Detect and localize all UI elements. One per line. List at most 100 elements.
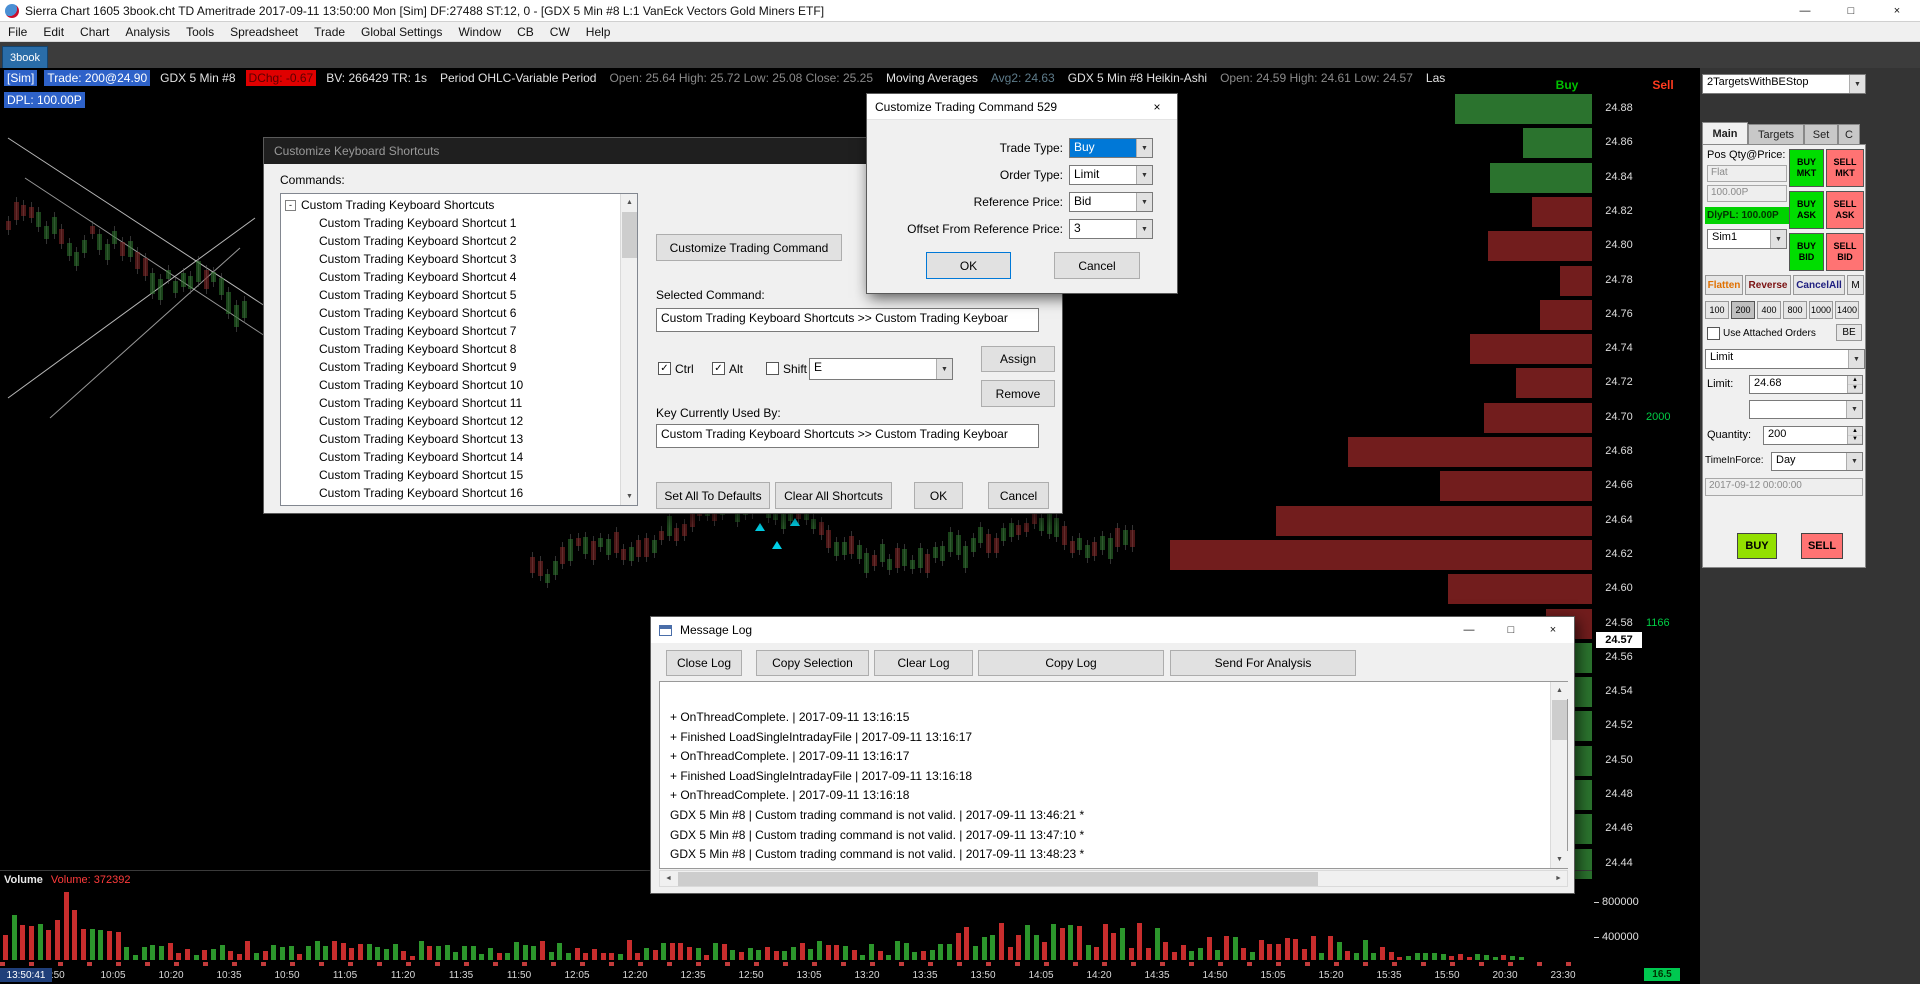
spinner[interactable]: ▲ ▼ (1847, 376, 1862, 393)
quantity-100-button[interactable]: 100 (1705, 301, 1729, 319)
tree-item[interactable]: Custom Trading Keyboard Shortcut 3 (319, 250, 516, 268)
scroll-up-icon[interactable]: ▲ (1551, 682, 1568, 699)
tc-ok-button[interactable]: OK (926, 252, 1011, 279)
menu-item-cb[interactable]: CB (509, 22, 542, 41)
tree-item[interactable]: Custom Trading Keyboard Shortcut 13 (319, 430, 523, 448)
tree-item[interactable]: Custom Trading Keyboard Shortcut 2 (319, 232, 516, 250)
menu-item-spreadsheet[interactable]: Spreadsheet (222, 22, 306, 41)
scroll-left-icon[interactable]: ◄ (660, 871, 677, 886)
quantity-200-button[interactable]: 200 (1731, 301, 1755, 319)
sell-mkt-button[interactable]: SELL MKT (1826, 149, 1864, 187)
tree-item[interactable]: Custom Trading Keyboard Shortcut 1 (319, 214, 516, 232)
time-in-force-dropdown[interactable]: Day ▼ (1771, 452, 1863, 471)
trade-preset-dropdown[interactable]: 2TargetsWithBEStop ▼ (1702, 74, 1866, 94)
scrollbar-thumb[interactable] (622, 212, 637, 258)
reverse-button[interactable]: Reverse (1745, 275, 1791, 295)
log-vertical-scrollbar[interactable]: ▲ ▼ (1550, 682, 1568, 868)
alt-checkbox[interactable]: ✓ (712, 362, 725, 375)
secondary-price-dropdown[interactable]: ▼ (1749, 400, 1863, 419)
close-icon[interactable]: × (1137, 94, 1177, 119)
buy-bid-button[interactable]: BUY BID (1789, 233, 1824, 271)
log-horizontal-scrollbar[interactable]: ◄ ► (659, 870, 1568, 887)
tree-item[interactable]: Custom Trading Keyboard Shortcut 4 (319, 268, 516, 286)
log-area[interactable]: + OnThreadComplete. | 2017-09-11 13:16:1… (659, 681, 1568, 869)
quantity-1400-button[interactable]: 1400 (1835, 301, 1859, 319)
shift-checkbox[interactable] (766, 362, 779, 375)
breakeven-button[interactable]: BE (1836, 324, 1862, 341)
menu-item-help[interactable]: Help (578, 22, 619, 41)
scroll-right-icon[interactable]: ► (1550, 871, 1567, 886)
minimize-icon[interactable]: — (1782, 0, 1828, 21)
tab-set[interactable]: Set (1804, 124, 1838, 144)
tree-scrollbar[interactable]: ▲ ▼ (620, 194, 637, 505)
sell-button[interactable]: SELL (1801, 533, 1843, 559)
kb-cancel-button[interactable]: Cancel (988, 482, 1049, 509)
menu-item-trade[interactable]: Trade (306, 22, 353, 41)
message-log-title-bar[interactable]: Message Log — □ × (651, 617, 1574, 643)
trade-type-dropdown[interactable]: Buy ▼ (1069, 138, 1153, 158)
tc-cancel-button[interactable]: Cancel (1054, 252, 1140, 279)
menu-item-edit[interactable]: Edit (35, 22, 72, 41)
clear-log-button[interactable]: Clear Log (874, 650, 973, 676)
minimize-icon[interactable]: — (1448, 617, 1490, 643)
close-log-button[interactable]: Close Log (666, 650, 742, 676)
tree-collapse-icon[interactable]: - (285, 199, 296, 211)
menu-item-file[interactable]: File (0, 22, 35, 41)
account-dropdown[interactable]: Sim1 ▼ (1707, 229, 1787, 249)
tree-item[interactable]: Custom Trading Keyboard Shortcut 7 (319, 322, 516, 340)
tree-item[interactable]: Custom Trading Keyboard Shortcut 10 (319, 376, 523, 394)
tree-root-item[interactable]: - Custom Trading Keyboard Shortcuts (281, 196, 494, 214)
close-icon[interactable]: × (1532, 617, 1574, 643)
scrollbar-thumb[interactable] (678, 872, 1318, 886)
copy-selection-button[interactable]: Copy Selection (756, 650, 869, 676)
dialog-title-bar[interactable]: Customize Trading Command 529 × (867, 94, 1177, 120)
offset-from-reference-price-dropdown[interactable]: 3 ▼ (1069, 219, 1153, 239)
key-dropdown[interactable]: E ▼ (809, 358, 953, 380)
copy-log-button[interactable]: Copy Log (978, 650, 1164, 676)
quantity-input[interactable]: 200 ▲ ▼ (1763, 426, 1863, 445)
tree-item[interactable]: Custom Trading Keyboard Shortcut 8 (319, 340, 516, 358)
cancel-all-button[interactable]: CancelAll (1793, 275, 1845, 295)
use-attached-orders-checkbox[interactable] (1707, 327, 1720, 340)
quantity-400-button[interactable]: 400 (1757, 301, 1781, 319)
buy-button[interactable]: BUY (1737, 533, 1777, 559)
tab-c[interactable]: C (1838, 124, 1860, 144)
maximize-icon[interactable]: □ (1490, 617, 1532, 643)
scrollbar-thumb[interactable] (1552, 700, 1567, 740)
send-for-analysis-button[interactable]: Send For Analysis (1170, 650, 1356, 676)
set-all-defaults-button[interactable]: Set All To Defaults (656, 482, 770, 509)
order-type-dropdown[interactable]: Limit ▼ (1705, 349, 1865, 369)
key-currently-used-field[interactable]: Custom Trading Keyboard Shortcuts >> Cus… (656, 424, 1039, 448)
menu-item-window[interactable]: Window (450, 22, 509, 41)
tree-item[interactable]: Custom Trading Keyboard Shortcut 16 (319, 484, 523, 502)
tab-targets[interactable]: Targets (1748, 124, 1804, 144)
clear-all-shortcuts-button[interactable]: Clear All Shortcuts (775, 482, 892, 509)
customize-trading-command-button[interactable]: Customize Trading Command (656, 234, 842, 261)
tab-main[interactable]: Main (1702, 122, 1748, 144)
buy-ask-button[interactable]: BUY ASK (1789, 191, 1824, 229)
scroll-down-icon[interactable]: ▼ (1551, 851, 1568, 868)
tree-item[interactable]: Custom Trading Keyboard Shortcut 17 (319, 502, 523, 505)
sell-bid-button[interactable]: SELL BID (1826, 233, 1864, 271)
menu-item-cw[interactable]: CW (542, 22, 578, 41)
tree-item[interactable]: Custom Trading Keyboard Shortcut 9 (319, 358, 516, 376)
close-icon[interactable]: × (1874, 0, 1920, 21)
quantity-800-button[interactable]: 800 (1783, 301, 1807, 319)
menu-item-chart[interactable]: Chart (72, 22, 117, 41)
quantity-1000-button[interactable]: 1000 (1809, 301, 1833, 319)
shortcut-tree[interactable]: - Custom Trading Keyboard Shortcuts Custom… (280, 193, 638, 506)
scroll-up-icon[interactable]: ▲ (621, 194, 637, 211)
limit-price-input[interactable]: 24.68 ▲ ▼ (1749, 375, 1863, 394)
sell-ask-button[interactable]: SELL ASK (1826, 191, 1864, 229)
tree-item[interactable]: Custom Trading Keyboard Shortcut 12 (319, 412, 523, 430)
tree-item[interactable]: Custom Trading Keyboard Shortcut 11 (319, 394, 522, 412)
kb-ok-button[interactable]: OK (914, 482, 963, 509)
order-type-dropdown[interactable]: Limit ▼ (1069, 165, 1153, 185)
selected-command-field[interactable]: Custom Trading Keyboard Shortcuts >> Cus… (656, 308, 1039, 332)
ctrl-checkbox[interactable]: ✓ (658, 362, 671, 375)
tree-item[interactable]: Custom Trading Keyboard Shortcut 15 (319, 466, 523, 484)
spinner[interactable]: ▲ ▼ (1847, 427, 1862, 444)
buy-mkt-button[interactable]: BUY MKT (1789, 149, 1824, 187)
menu-button[interactable]: M (1847, 275, 1864, 295)
scroll-down-icon[interactable]: ▼ (621, 488, 637, 505)
